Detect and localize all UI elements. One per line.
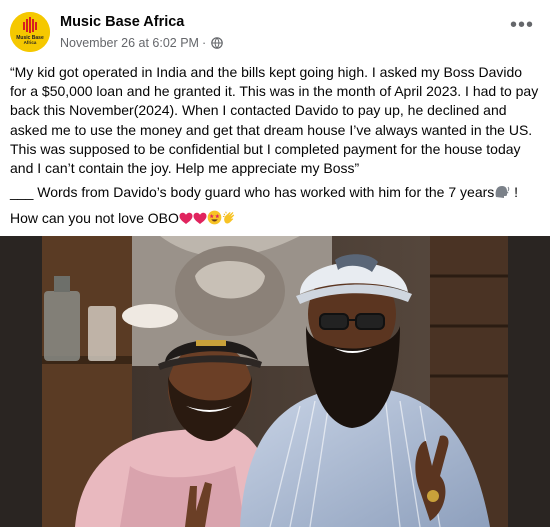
words-suffix: ! xyxy=(510,184,519,200)
meta-separator: · xyxy=(201,36,207,50)
post-body: “My kid got operated in India and the bi… xyxy=(10,63,542,178)
post-header: Music Base Africa Music Base Africa Nove… xyxy=(0,0,550,56)
speaking-head-icon xyxy=(494,184,510,204)
post-photo[interactable] xyxy=(0,236,550,527)
words-text: ___ Words from Davido’s body guard who h… xyxy=(10,184,495,200)
music-base-logo: Music Base Africa xyxy=(10,12,50,52)
post-closing-line: How can you not love OBO xyxy=(10,209,237,230)
globe-icon[interactable] xyxy=(211,37,223,52)
post-words-line: ___ Words from Davido’s body guard who h… xyxy=(10,183,518,204)
more-options-icon[interactable]: ••• xyxy=(510,15,534,36)
page-name-link[interactable]: Music Base Africa xyxy=(60,14,184,30)
clapping-hands-icon xyxy=(222,210,237,230)
star-struck-icon xyxy=(207,210,222,230)
post-quote: “My kid got operated in India and the bi… xyxy=(10,64,539,177)
page-avatar[interactable]: Music Base Africa xyxy=(10,12,50,52)
avatar-text-line2: Africa xyxy=(24,40,37,45)
red-heart-icon xyxy=(193,211,207,230)
post-timestamp[interactable]: November 26 at 6:02 PM xyxy=(60,36,199,50)
post-meta: November 26 at 6:02 PM · xyxy=(60,36,223,52)
post-photo-image xyxy=(0,236,550,527)
closing-text: How can you not love OBO xyxy=(10,210,179,226)
red-heart-icon xyxy=(179,211,193,230)
